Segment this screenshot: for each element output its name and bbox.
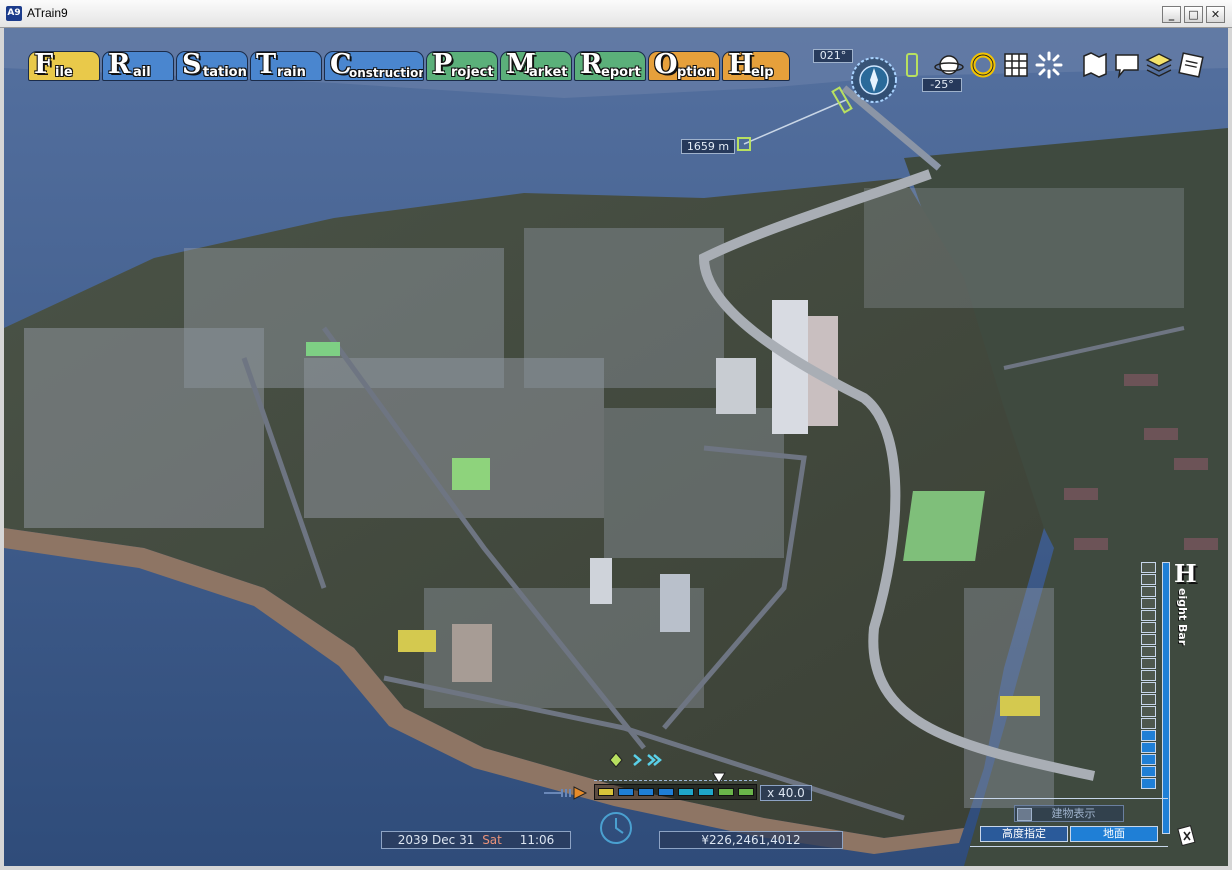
- window-frame-right: [1228, 28, 1232, 870]
- height-specify-button[interactable]: 高度指定: [980, 826, 1068, 842]
- building-display-checkbox[interactable]: [1017, 808, 1032, 821]
- height-bar-cap: H: [1174, 559, 1197, 588]
- height-bar-cell[interactable]: [1141, 670, 1156, 681]
- menu-option[interactable]: Option: [648, 51, 720, 81]
- menu-market[interactable]: Market: [500, 51, 572, 81]
- weekday-text: Sat: [482, 833, 502, 847]
- height-bar-cell[interactable]: [1141, 622, 1156, 633]
- height-bar-cell[interactable]: [1141, 634, 1156, 645]
- burst-icon[interactable]: [1034, 50, 1064, 80]
- speed-multiplier: x 40.0: [760, 785, 812, 801]
- zoom-line: [737, 86, 853, 151]
- speed-slider-handle-icon[interactable]: [712, 772, 726, 784]
- tower-4: [590, 558, 612, 604]
- panel-divider-bottom: [970, 846, 1168, 847]
- minimize-button[interactable]: _: [1162, 6, 1181, 23]
- menu-help[interactable]: Help: [722, 51, 790, 81]
- height-bar-label: eight Bar: [1176, 588, 1189, 646]
- green-roof-2: [306, 342, 340, 356]
- layers-icon[interactable]: [1144, 50, 1174, 80]
- app-icon: A9: [6, 6, 22, 21]
- height-bar-cell[interactable]: [1141, 706, 1156, 717]
- height-bar-cell[interactable]: [1141, 682, 1156, 693]
- height-bar-rail: [1162, 562, 1170, 834]
- planet-icon[interactable]: [934, 50, 964, 80]
- height-bar-cell[interactable]: [1141, 646, 1156, 657]
- window-frame-bottom: [0, 866, 1232, 870]
- ground-button[interactable]: 地面: [1070, 826, 1158, 842]
- tower-6: [452, 624, 492, 682]
- city-scene[interactable]: [4, 28, 1228, 866]
- height-bar-cell[interactable]: [1141, 658, 1156, 669]
- speed-indicator-icons: [609, 752, 662, 768]
- green-field: [903, 491, 985, 561]
- speech-bubble-icon[interactable]: [1112, 50, 1142, 80]
- height-bar-cell[interactable]: [1141, 586, 1156, 597]
- maximize-button[interactable]: □: [1184, 6, 1203, 23]
- height-bar-cell[interactable]: [1141, 574, 1156, 585]
- height-bar[interactable]: [1137, 562, 1161, 789]
- close-button[interactable]: ✕: [1206, 6, 1225, 23]
- height-bar-cell[interactable]: [1141, 598, 1156, 609]
- height-bar-title: H eight Bar: [1174, 562, 1204, 682]
- speed-bar: [594, 784, 757, 800]
- building-display-label: 建物表示: [1051, 807, 1096, 820]
- game-viewport[interactable]: File Rail Station Train Construction Pro…: [4, 28, 1228, 866]
- time-text: 11:06: [519, 833, 555, 847]
- height-bar-close-icon[interactable]: [1177, 824, 1197, 848]
- speed-slider[interactable]: [594, 772, 757, 800]
- menu-construction[interactable]: Construction: [324, 51, 424, 81]
- height-bar-cell[interactable]: [1141, 694, 1156, 705]
- menu-project[interactable]: Project: [426, 51, 498, 81]
- camera-heading: 021°: [813, 49, 853, 63]
- camera-distance: 1659 m: [681, 139, 735, 154]
- window-titlebar: A9 ATrain9 _ □ ✕: [0, 0, 1232, 28]
- menu-report[interactable]: Report: [574, 51, 646, 81]
- clock-icon: [600, 812, 632, 844]
- memo-icon[interactable]: [1176, 50, 1206, 80]
- map-icon[interactable]: [1080, 50, 1110, 80]
- play-icon[interactable]: [544, 784, 590, 802]
- height-bar-cell[interactable]: [1141, 778, 1156, 789]
- yellow-field-1: [398, 630, 436, 652]
- menu-rail[interactable]: Rail: [102, 51, 174, 81]
- date-display: 2039 Dec 31 Sat 11:06: [381, 831, 571, 849]
- height-bar-cell[interactable]: [1141, 718, 1156, 729]
- panel-divider-top: [970, 798, 1168, 799]
- tower-5: [660, 574, 690, 632]
- menu-train[interactable]: Train: [250, 51, 322, 81]
- height-bar-cell[interactable]: [1141, 730, 1156, 741]
- yellow-field-2: [1000, 696, 1040, 716]
- green-roof: [452, 458, 490, 490]
- rotate-icon[interactable]: [968, 50, 998, 80]
- money-display: ¥226,2461,4012: [659, 831, 843, 849]
- pitch-handle-icon[interactable]: [905, 53, 919, 77]
- tower-3: [716, 358, 756, 414]
- window-title: ATrain9: [27, 6, 68, 20]
- height-bar-cell[interactable]: [1141, 610, 1156, 621]
- height-bar-cell[interactable]: [1141, 754, 1156, 765]
- grid-icon[interactable]: [1001, 50, 1031, 80]
- height-bar-cell[interactable]: [1141, 766, 1156, 777]
- date-text: 2039 Dec 31: [397, 833, 475, 847]
- building-display-toggle[interactable]: 建物表示: [1014, 805, 1124, 822]
- menu-station[interactable]: Station: [176, 51, 248, 81]
- camera-pitch: -25°: [922, 78, 962, 92]
- menu-file[interactable]: File: [28, 51, 100, 81]
- height-bar-cell[interactable]: [1141, 742, 1156, 753]
- height-bar-cell[interactable]: [1141, 562, 1156, 573]
